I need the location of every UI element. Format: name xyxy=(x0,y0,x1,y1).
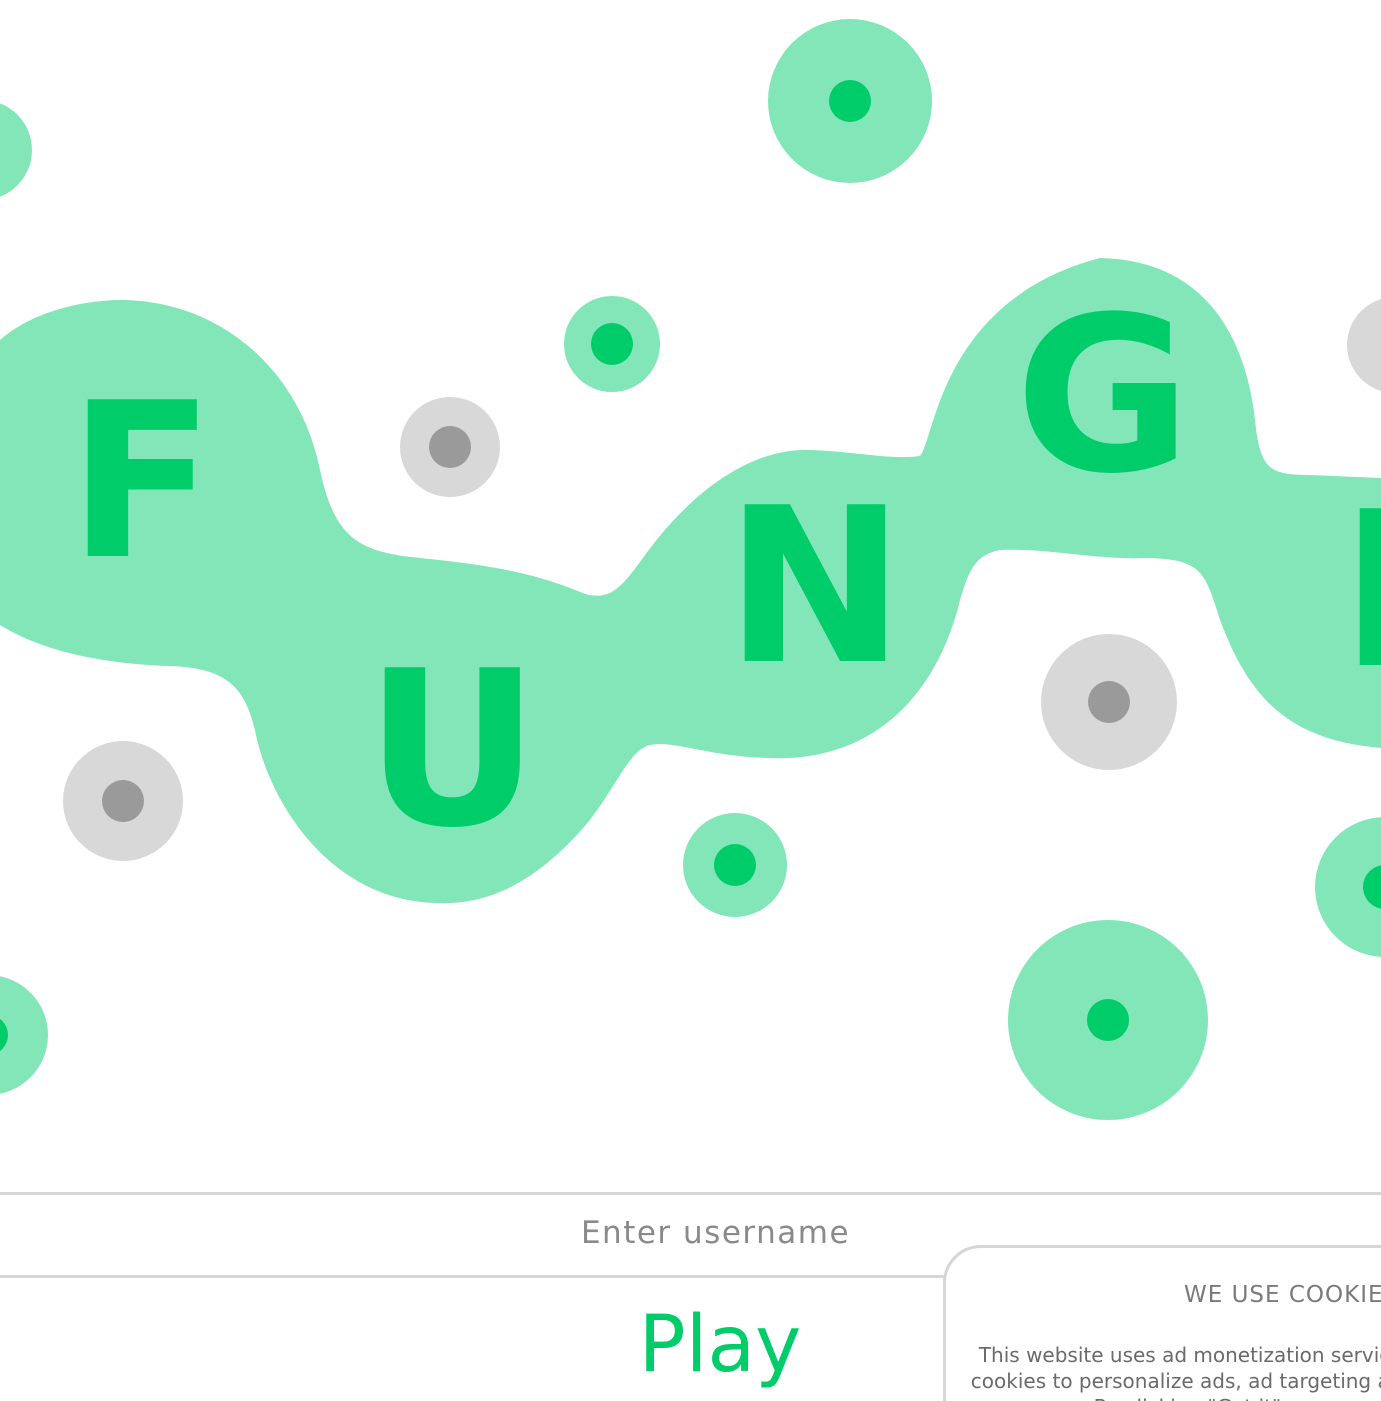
game-start-screen: F U N G I Play WE USE COOKIES This websi… xyxy=(0,0,1381,1401)
gray-spore xyxy=(400,397,500,497)
spore-core xyxy=(1088,681,1130,723)
spore-core xyxy=(429,426,471,468)
spore-core xyxy=(714,844,756,886)
spore-outer xyxy=(1347,299,1381,391)
logo-letter-f: F xyxy=(68,356,215,607)
gray-spore xyxy=(1041,634,1177,770)
spore-core xyxy=(1087,999,1129,1041)
logo-letter-g: G xyxy=(1015,270,1191,521)
spore-core xyxy=(102,780,144,822)
green-spore xyxy=(1315,817,1381,957)
cookie-body-text: This website uses ad monetization servi c… xyxy=(970,1343,1381,1401)
play-button[interactable]: Play xyxy=(560,1295,880,1395)
cookie-consent-panel: WE USE COOKIES This website uses ad mone… xyxy=(943,1245,1381,1401)
green-spore xyxy=(0,976,48,1094)
spore-core xyxy=(829,80,871,122)
fungi-logo-artwork: F U N G I xyxy=(0,19,1381,1120)
green-spore xyxy=(683,813,787,917)
green-spore xyxy=(0,103,32,197)
spore-core xyxy=(591,323,633,365)
gray-spore xyxy=(1347,299,1381,391)
cookie-title: WE USE COOKIES xyxy=(1184,1282,1381,1308)
logo-letter-i: I xyxy=(1340,465,1381,716)
gray-spore xyxy=(63,741,183,861)
logo-letter-n: N xyxy=(725,461,905,712)
spore-outer xyxy=(0,103,32,197)
green-spore xyxy=(1008,920,1208,1120)
green-spore xyxy=(564,296,660,392)
green-spore xyxy=(768,19,932,183)
logo-letter-u: U xyxy=(365,624,540,875)
